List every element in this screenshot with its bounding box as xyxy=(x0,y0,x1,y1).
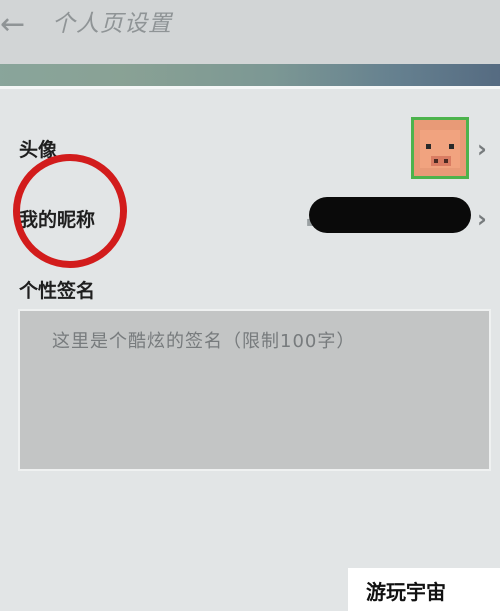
avatar-snout xyxy=(431,156,451,166)
avatar-nostril-right xyxy=(444,159,448,163)
chevron-right-icon[interactable]: › xyxy=(477,207,487,231)
page-title: 个人页设置 xyxy=(52,11,172,37)
banner-image xyxy=(0,64,500,86)
signature-label: 个性签名 xyxy=(19,280,96,302)
nickname-redaction[interactable] xyxy=(309,197,471,233)
watermark-text: 游玩宇宙 xyxy=(366,580,446,604)
avatar-eye-left xyxy=(426,144,431,149)
signature-placeholder: 这里是个酷炫的签名（限制100字） xyxy=(52,331,356,352)
avatar-nostril-left xyxy=(434,159,438,163)
header-bar: ← 个人页设置 xyxy=(0,0,500,64)
avatar-eye-right xyxy=(449,144,454,149)
arrow-left-icon[interactable]: ← xyxy=(0,8,32,42)
pig-avatar-icon[interactable] xyxy=(411,117,469,179)
chevron-right-icon[interactable]: › xyxy=(477,137,487,161)
avatar-face xyxy=(420,130,460,168)
